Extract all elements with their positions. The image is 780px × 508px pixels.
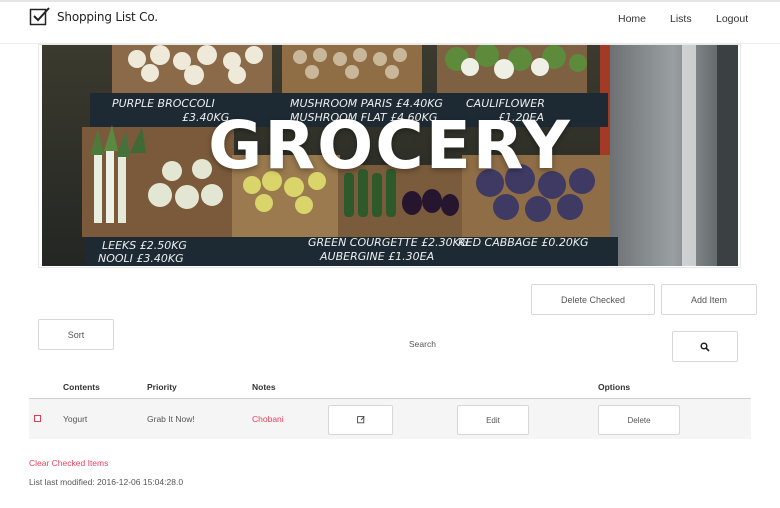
hero-title: GROCERY — [208, 107, 572, 184]
row-delete-button[interactable]: Delete — [598, 405, 680, 435]
row-checkbox[interactable] — [34, 415, 41, 422]
row-notes: Chobani — [252, 414, 284, 424]
row-contents: Yogurt — [63, 414, 88, 424]
last-modified-text: List last modified: 2016-12-06 15:04:28.… — [29, 477, 184, 487]
row-priority: Grab It Now! — [147, 414, 195, 424]
row-edit-button[interactable]: Edit — [457, 405, 529, 435]
column-header-notes: Notes — [252, 382, 276, 392]
hero-banner: PURPLE BROCCOLI £3.40KG MUSHROOM PARIS £… — [38, 44, 741, 268]
search-icon — [700, 341, 710, 352]
hero-image: PURPLE BROCCOLI £3.40KG MUSHROOM PARIS £… — [42, 45, 738, 266]
row-edit-square-button[interactable] — [328, 405, 393, 435]
nav-home-link[interactable]: Home — [618, 13, 646, 25]
navbar: Shopping List Co. Home Lists Logout — [0, 0, 780, 44]
column-header-priority: Priority — [147, 382, 177, 392]
checkbox-icon — [29, 7, 50, 26]
column-header-options: Options — [598, 382, 631, 392]
nav-logout-link[interactable]: Logout — [716, 13, 748, 25]
sign-green-courgette: GREEN COURGETTE £2.30KG — [308, 236, 468, 249]
nav-lists-link[interactable]: Lists — [670, 13, 692, 25]
sort-button[interactable]: Sort — [38, 319, 114, 350]
sign-aubergine: AUBERGINE £1.30EA — [319, 250, 434, 263]
sign-nooli: NOOLI £3.40KG — [98, 252, 184, 265]
delete-checked-button[interactable]: Delete Checked — [531, 284, 655, 315]
edit-square-icon — [356, 416, 365, 424]
sign-leeks: LEEKS £2.50KG — [102, 239, 187, 252]
add-item-button[interactable]: Add Item — [661, 284, 757, 315]
column-header-contents: Contents — [63, 382, 100, 392]
brand-name: Shopping List Co. — [57, 10, 158, 24]
clear-checked-link[interactable]: Clear Checked Items — [29, 458, 108, 468]
search-label: Search — [409, 339, 436, 349]
sign-red-cabbage: RED CABBAGE £0.20KG — [458, 236, 589, 249]
search-button[interactable] — [672, 331, 738, 362]
brand[interactable]: Shopping List Co. — [29, 6, 158, 28]
